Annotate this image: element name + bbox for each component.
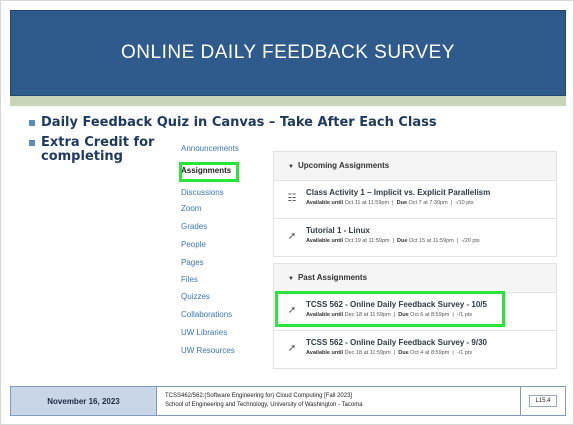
bullet-extra-credit: Extra Credit for completing [29, 136, 169, 164]
past-assignments-header[interactable]: ▼ Past Assignments [273, 263, 557, 293]
nav-item-announcements[interactable]: Announcements [181, 143, 239, 155]
slide-title: ONLINE DAILY FEEDBACK SURVEY [121, 42, 455, 63]
bullet-square-icon [29, 140, 35, 146]
nav-item-discussions[interactable]: Discussions [181, 187, 224, 199]
bullet-daily-feedback: Daily Feedback Quiz in Canvas – Take Aft… [29, 116, 437, 130]
nav-item-collaborations[interactable]: Collaborations [181, 309, 232, 321]
caret-down-icon: ▼ [288, 164, 294, 170]
nav-item-uw-resources[interactable]: UW Resources [181, 345, 235, 357]
canvas-screenshot: Announcements Assignments Discussions Zo… [173, 137, 557, 369]
assignments-list: ▼ Upcoming Assignments ☷ Class Activity 1… [273, 137, 557, 369]
upcoming-assignments-header[interactable]: ▼ Upcoming Assignments [273, 151, 557, 181]
slide: ONLINE DAILY FEEDBACK SURVEY Daily Feedb… [0, 0, 574, 425]
group-header-label: Past Assignments [297, 273, 368, 282]
rocket-icon: ➚ [287, 343, 297, 354]
assignment-meta: Available until Oct 11 at 11:59pm | Due … [306, 200, 474, 206]
footer-date: November 16, 2023 [10, 386, 157, 416]
rocket-icon: ➚ [287, 231, 297, 242]
nav-item-pages[interactable]: Pages [181, 257, 204, 269]
bullet-text: Extra Credit for completing [41, 135, 155, 164]
footer-course: TCSS462/562:(Software Engineering for) C… [157, 386, 520, 416]
assignment-row[interactable]: ➚ Tutorial 1 - Linux Available until Oct… [273, 219, 557, 257]
bullet-square-icon [29, 120, 35, 126]
nav-item-files[interactable]: Files [181, 274, 198, 286]
nav-item-quizzes[interactable]: Quizzes [181, 291, 210, 303]
survey-highlight [275, 291, 505, 327]
assignment-meta: Available until Oct 19 at 11:59pm | Due … [306, 238, 480, 244]
page-number: L15.4 [529, 395, 557, 407]
footer-course-line1: TCSS462/562:(Software Engineering for) C… [165, 393, 353, 399]
nav-item-people[interactable]: People [181, 239, 206, 251]
group-header-label: Upcoming Assignments [297, 161, 390, 170]
assignments-highlight [179, 162, 239, 182]
title-bar: ONLINE DAILY FEEDBACK SURVEY [10, 10, 566, 96]
assignment-row[interactable]: ☷ Class Activity 1 – Implicit vs. Explic… [273, 181, 557, 219]
assignment-name[interactable]: TCSS 562 - Online Daily Feedback Survey … [306, 338, 487, 347]
caret-down-icon: ▼ [288, 276, 294, 282]
assignment-name[interactable]: Tutorial 1 - Linux [306, 226, 370, 235]
bullet-text: Daily Feedback Quiz in Canvas – Take Aft… [41, 115, 437, 130]
slide-footer: November 16, 2023 TCSS462/562:(Software … [10, 386, 566, 416]
assignment-row[interactable]: ➚ TCSS 562 - Online Daily Feedback Surve… [273, 331, 557, 369]
nav-item-zoom[interactable]: Zoom [181, 203, 201, 215]
course-nav: Announcements Assignments Discussions Zo… [173, 137, 273, 369]
assignment-icon: ☷ [287, 193, 297, 204]
assignment-name[interactable]: Class Activity 1 – Implicit vs. Explicit… [306, 188, 490, 197]
footer-course-line2: School of Engineering and Technology, Un… [165, 402, 363, 408]
nav-item-uw-libraries[interactable]: UW Libraries [181, 327, 227, 339]
title-underline [10, 96, 566, 106]
footer-page: L15.4 [520, 386, 566, 416]
nav-item-grades[interactable]: Grades [181, 221, 207, 233]
assignment-meta: Available until Dec 18 at 11:59pm | Due … [306, 350, 473, 356]
